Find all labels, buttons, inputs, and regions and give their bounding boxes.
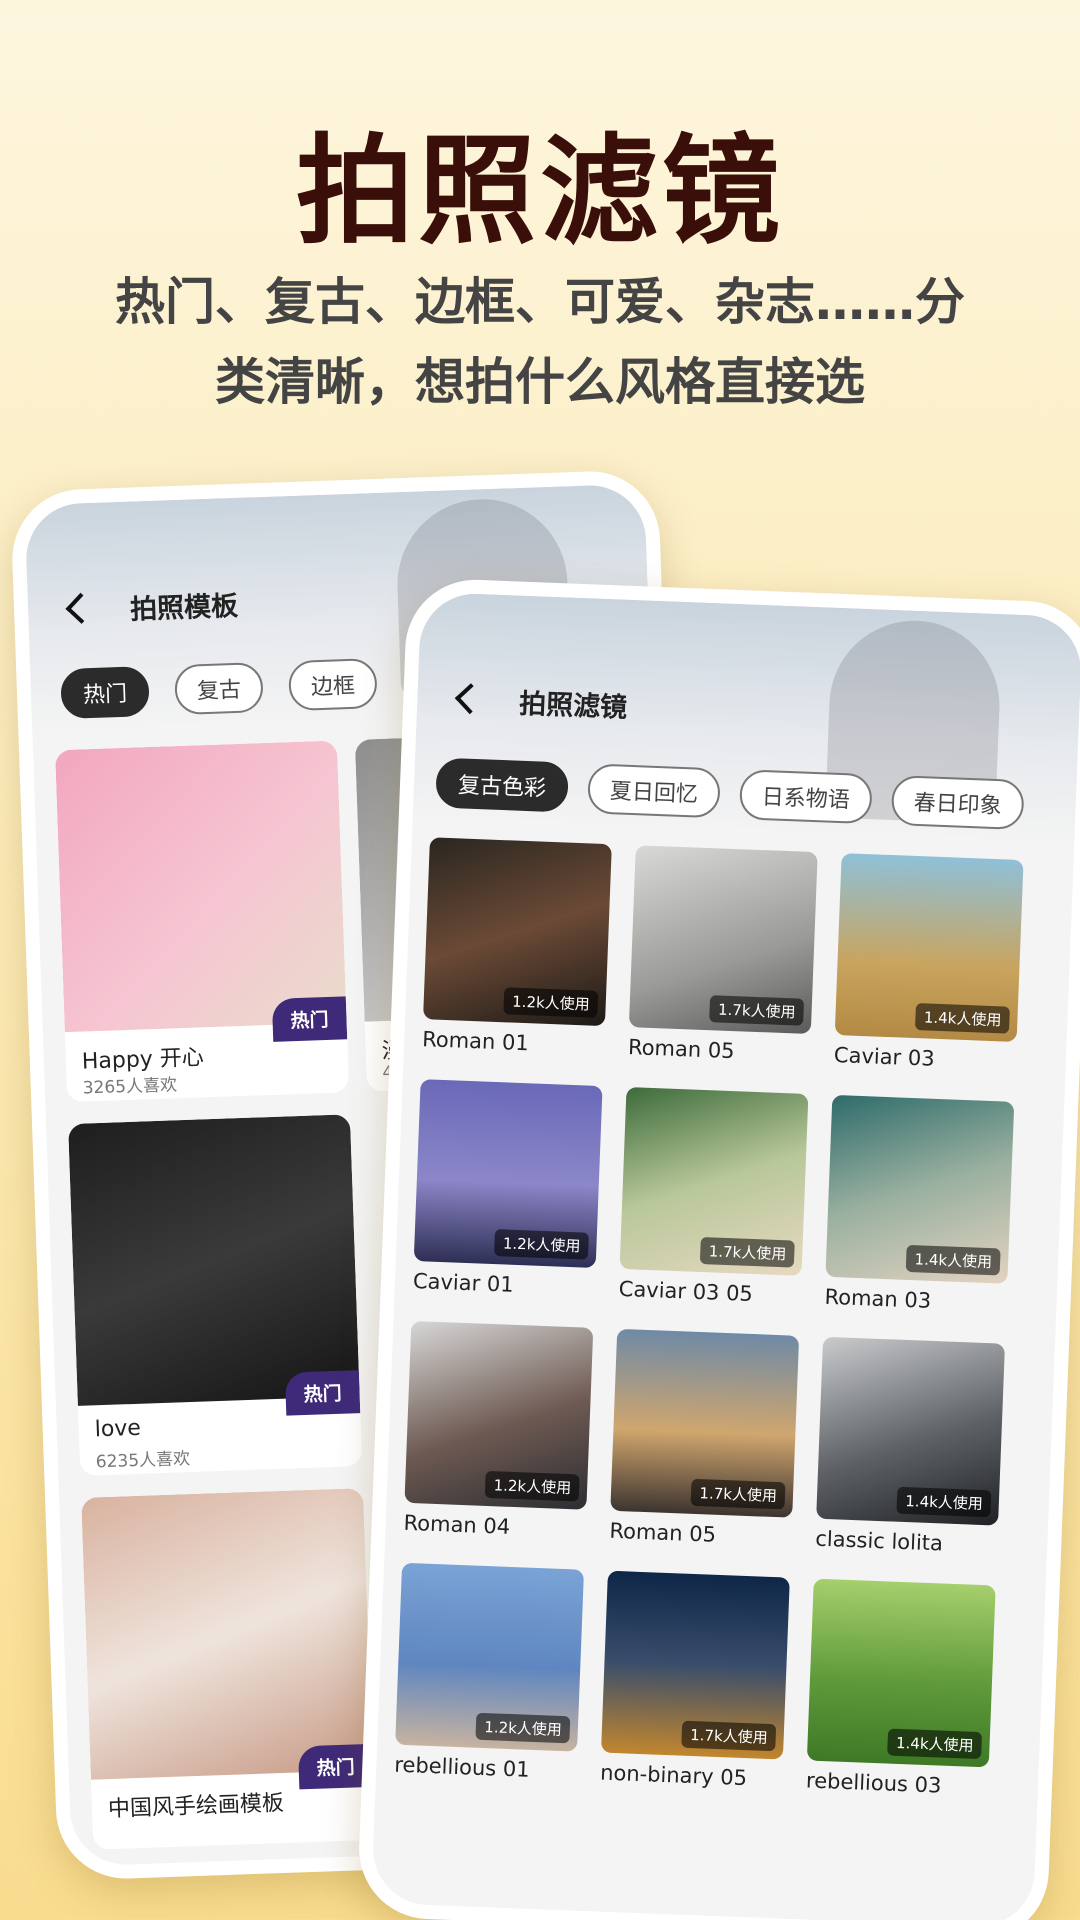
filter-name: rebellious 01 xyxy=(393,1752,531,1782)
filter-item[interactable]: 1.4k人使用 rebellious 03 xyxy=(805,1578,996,1800)
usage-count: 1.4k人使用 xyxy=(915,1003,1010,1034)
template-thumbnail xyxy=(68,1114,360,1406)
template-name: 中国风手绘画模板 xyxy=(107,1790,285,1823)
filters-page-title: 拍照滤镜 xyxy=(518,688,628,724)
usage-count: 1.7k人使用 xyxy=(681,1720,777,1752)
filter-thumbnail: 1.7k人使用 xyxy=(619,1087,809,1276)
filter-item[interactable]: 1.2k人使用 rebellious 01 xyxy=(393,1562,585,1784)
filter-item[interactable]: 1.2k人使用 Caviar 01 xyxy=(413,1079,603,1300)
usage-count: 1.4k人使用 xyxy=(887,1728,983,1760)
filter-thumbnail: 1.2k人使用 xyxy=(395,1562,585,1752)
template-likes: 6235人喜欢 xyxy=(95,1449,191,1473)
back-arrow-icon[interactable] xyxy=(454,683,486,715)
template-likes: 3265人喜欢 xyxy=(82,1075,178,1099)
template-card-chinese-style[interactable]: 热门 中国风手绘画模板 xyxy=(81,1488,376,1850)
subline-2: 类清晰，想拍什么风格直接选 xyxy=(215,353,865,411)
phone-filters: 拍照滤镜 复古色彩 夏日回忆 日系物语 春日印象 1.2k人使用 Roman 0… xyxy=(356,577,1080,1920)
filter-item[interactable]: 1.7k人使用 Roman 05 xyxy=(628,845,818,1066)
tab-hot[interactable]: 热门 xyxy=(60,666,150,720)
filter-item[interactable]: 1.7k人使用 non-binary 05 xyxy=(599,1570,790,1792)
usage-count: 1.4k人使用 xyxy=(906,1244,1001,1276)
usage-count: 1.2k人使用 xyxy=(485,1470,580,1502)
filter-thumbnail: 1.4k人使用 xyxy=(806,1578,996,1768)
headline: 拍照滤镜 xyxy=(295,122,784,260)
template-name: love xyxy=(94,1415,142,1443)
filter-name: rebellious 03 xyxy=(805,1768,942,1798)
templates-page-title: 拍照模板 xyxy=(129,590,239,626)
filter-item[interactable]: 1.2k人使用 Roman 04 xyxy=(403,1320,594,1542)
filter-item[interactable]: 1.4k人使用 Caviar 03 xyxy=(833,853,1024,1074)
usage-count: 1.7k人使用 xyxy=(709,995,805,1026)
usage-count: 1.7k人使用 xyxy=(700,1236,795,1268)
filter-thumbnail: 1.7k人使用 xyxy=(628,845,818,1035)
hot-badge: 热门 xyxy=(271,996,348,1042)
filter-thumbnail: 1.7k人使用 xyxy=(610,1328,800,1518)
tab-frame[interactable]: 边框 xyxy=(288,658,378,712)
filter-name: non-binary 05 xyxy=(599,1760,748,1791)
usage-count: 1.4k人使用 xyxy=(896,1486,992,1518)
template-card-happy[interactable]: 热门 Happy 开心 3265人喜欢 xyxy=(54,740,350,1103)
template-thumbnail xyxy=(54,740,347,1033)
hot-badge: 热门 xyxy=(284,1370,361,1416)
filter-name: Roman 04 xyxy=(403,1510,511,1539)
filter-item[interactable]: 1.2k人使用 Roman 01 xyxy=(422,837,612,1058)
tab-retro-color[interactable]: 复古色彩 xyxy=(435,757,569,813)
filters-screen: 拍照滤镜 复古色彩 夏日回忆 日系物语 春日印象 1.2k人使用 Roman 0… xyxy=(371,591,1080,1920)
tab-summer-memory[interactable]: 夏日回忆 xyxy=(587,763,721,819)
subline-1: 热门、复古、边框、可爱、杂志……分 xyxy=(115,273,965,331)
usage-count: 1.2k人使用 xyxy=(494,1229,589,1260)
filter-name: Caviar 03 05 xyxy=(618,1276,754,1307)
filter-item[interactable]: 1.7k人使用 Caviar 03 05 xyxy=(618,1087,809,1308)
usage-count: 1.7k人使用 xyxy=(690,1478,786,1510)
filter-item[interactable]: 1.7k人使用 Roman 05 xyxy=(609,1328,800,1550)
tab-retro[interactable]: 复古 xyxy=(174,662,264,716)
filter-item[interactable]: 1.4k人使用 Roman 03 xyxy=(824,1094,1015,1316)
filter-name: Roman 01 xyxy=(421,1027,530,1056)
template-name: Happy 开心 xyxy=(81,1045,205,1075)
templates-nav-bar: 拍照模板 xyxy=(57,573,239,639)
tab-spring-impression[interactable]: 春日印象 xyxy=(890,775,1025,831)
filter-name: Roman 03 xyxy=(824,1284,932,1313)
filter-thumbnail: 1.2k人使用 xyxy=(404,1320,594,1510)
filter-thumbnail: 1.7k人使用 xyxy=(601,1570,790,1760)
filter-name: classic lolita xyxy=(814,1526,944,1556)
filter-item[interactable]: 1.4k人使用 classic lolita xyxy=(814,1336,1005,1558)
usage-count: 1.2k人使用 xyxy=(503,987,599,1018)
filter-thumbnail: 1.2k人使用 xyxy=(413,1079,603,1268)
template-thumbnail xyxy=(81,1488,373,1780)
filter-thumbnail: 1.4k人使用 xyxy=(834,853,1024,1042)
filters-nav-bar: 拍照滤镜 xyxy=(446,668,628,735)
back-arrow-icon[interactable] xyxy=(65,592,97,624)
filter-thumbnail: 1.2k人使用 xyxy=(423,837,612,1027)
template-card-love[interactable]: 热门 love 6235人喜欢 xyxy=(68,1114,363,1476)
filter-name: Caviar 03 xyxy=(833,1042,936,1071)
filter-name: Roman 05 xyxy=(609,1518,717,1547)
filter-name: Caviar 01 xyxy=(412,1268,515,1297)
tab-japanese-story[interactable]: 日系物语 xyxy=(738,769,873,825)
filter-thumbnail: 1.4k人使用 xyxy=(816,1336,1005,1526)
filter-name: Roman 05 xyxy=(627,1035,736,1064)
usage-count: 1.2k人使用 xyxy=(475,1712,571,1744)
filter-thumbnail: 1.4k人使用 xyxy=(825,1094,1015,1284)
